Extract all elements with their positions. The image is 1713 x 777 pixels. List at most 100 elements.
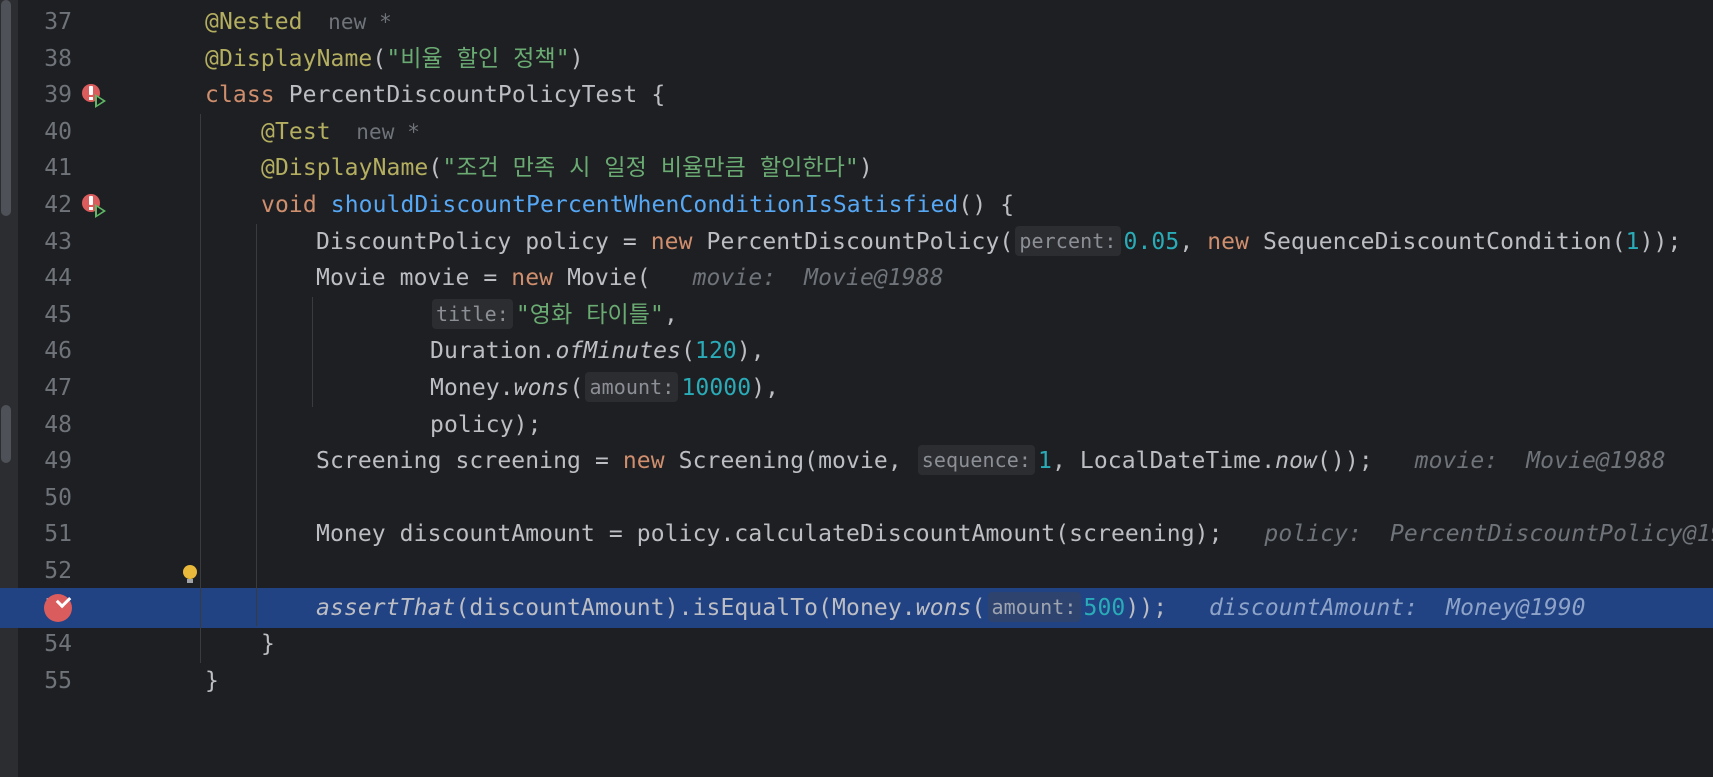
code-token: (: [569, 375, 584, 401]
line-number[interactable]: 54: [18, 624, 72, 664]
code-token: 120: [695, 338, 737, 365]
code-text[interactable]: }: [205, 661, 219, 701]
code-token: 0.05: [1123, 228, 1180, 255]
code-token: Screening(movie,: [678, 448, 916, 475]
exclamation-glyph: [89, 196, 93, 205]
code-token: assertThat: [316, 594, 456, 621]
code-token: }: [205, 667, 219, 694]
run-test-icon[interactable]: [95, 94, 106, 109]
line-number[interactable]: 44: [18, 258, 72, 298]
breakpoint-hit-icon[interactable]: [44, 592, 72, 622]
run-test-icon[interactable]: [95, 204, 106, 218]
exclamation-dot-glyph: [89, 207, 93, 210]
code-token: ));: [1125, 594, 1168, 621]
code-token: (: [971, 594, 986, 621]
usage-hint[interactable]: new *: [303, 10, 392, 34]
code-text[interactable]: policy);: [430, 405, 542, 445]
code-text[interactable]: class PercentDiscountPolicyTest {: [205, 75, 665, 115]
indent-guide: [256, 223, 257, 627]
line-number[interactable]: 41: [18, 148, 72, 188]
parameter-hint: title:: [432, 298, 513, 329]
code-text[interactable]: Money discountAmount = policy.calculateD…: [316, 514, 1713, 554]
code-token: (: [428, 155, 443, 182]
code-line[interactable]: 55}: [0, 661, 1713, 701]
code-text[interactable]: assertThat(discountAmount).isEqualTo(Mon…: [316, 588, 1586, 628]
code-token: ): [858, 155, 873, 182]
code-text[interactable]: }: [261, 624, 275, 664]
code-token: new: [1207, 228, 1264, 255]
code-text[interactable]: Screening screening = new Screening(movi…: [316, 441, 1666, 481]
parameter-hint: percent:: [1015, 225, 1121, 256]
line-number[interactable]: 39: [18, 75, 72, 115]
code-line[interactable]: 38 @DisplayName("비율 할인 정책"): [0, 39, 1713, 79]
line-number[interactable]: 37: [18, 2, 72, 42]
code-token: "영화 타이틀": [515, 301, 665, 328]
code-text[interactable]: Money.wons(amount: 10000),: [430, 368, 779, 408]
line-number[interactable]: 52: [18, 551, 72, 591]
parameter-hint: amount:: [585, 372, 679, 402]
code-token: 500: [1083, 594, 1126, 621]
code-line[interactable]: 42 void shouldDiscountPercentWhenConditio…: [0, 185, 1713, 225]
code-token: ());: [1316, 448, 1373, 475]
code-token: void: [261, 192, 331, 218]
code-token: Money.: [430, 375, 514, 401]
inline-debug-value: movie: Movie@1988: [1372, 448, 1666, 475]
inline-debug-value: discountAmount: Money@1990: [1167, 594, 1586, 621]
code-token: new: [511, 265, 568, 292]
lightbulb-icon[interactable]: [183, 565, 197, 583]
line-number[interactable]: 38: [18, 39, 72, 79]
code-token: class: [205, 82, 289, 109]
code-token: Movie(: [567, 265, 651, 292]
inline-debug-value: policy: PercentDiscountPolicy@19: [1222, 521, 1713, 548]
code-text[interactable]: @Test new *: [261, 112, 420, 152]
line-number[interactable]: 48: [18, 405, 72, 445]
code-token: ): [569, 45, 584, 72]
code-line[interactable]: 54}: [0, 624, 1713, 664]
code-text[interactable]: DiscountPolicy policy = new PercentDisco…: [316, 222, 1681, 262]
code-editor[interactable]: 37 @Nested new * 38 @DisplayName("비율 할인 정책"…: [0, 0, 1713, 777]
code-token: SequenceDiscountCondition(: [1263, 228, 1626, 255]
code-text[interactable]: @DisplayName("비율 할인 정책"): [205, 39, 584, 79]
code-line[interactable]: 40 @Test new *: [0, 112, 1713, 152]
line-number[interactable]: 42: [18, 185, 72, 225]
code-token: "조건 만족 시 일정 비율만큼 할인한다": [442, 155, 859, 182]
code-text[interactable]: Duration.ofMinutes(120),: [430, 331, 765, 371]
line-number[interactable]: 47: [18, 368, 72, 408]
code-token: ));: [1639, 228, 1682, 255]
line-number[interactable]: 50: [18, 478, 72, 518]
code-token: Movie movie =: [316, 265, 512, 292]
usage-hint[interactable]: new *: [331, 120, 420, 144]
inline-debug-value: movie: Movie@1988: [650, 265, 944, 292]
code-token: ),: [751, 375, 780, 401]
code-token: () {: [958, 192, 1015, 218]
code-token: Duration.: [430, 338, 556, 365]
line-number[interactable]: 45: [18, 295, 72, 335]
line-number[interactable]: 51: [18, 514, 72, 554]
code-line[interactable]: 41 @DisplayName("조건 만족 시 일정 비율만큼 할인한다"): [0, 148, 1713, 188]
code-text[interactable]: void shouldDiscountPercentWhenConditionI…: [261, 185, 1014, 225]
code-token: Money discountAmount = policy.calculateD…: [316, 521, 1223, 548]
code-token: @DisplayName: [205, 45, 373, 72]
code-text[interactable]: @Nested new *: [205, 2, 392, 42]
line-number[interactable]: 49: [18, 441, 72, 481]
code-line[interactable]: 39 class PercentDiscountPolicyTest {: [0, 75, 1713, 115]
code-token: new: [622, 448, 679, 475]
code-token: @Test: [261, 118, 331, 145]
code-text[interactable]: title: "영화 타이틀",: [430, 295, 678, 335]
line-number[interactable]: 55: [18, 661, 72, 701]
line-number[interactable]: 43: [18, 222, 72, 262]
code-line[interactable]: 37 @Nested new *: [0, 2, 1713, 42]
lightbulb-base-glyph: [187, 579, 193, 583]
code-text[interactable]: @DisplayName("조건 만족 시 일정 비율만큼 할인한다"): [261, 148, 873, 188]
code-token: PercentDiscountPolicyTest {: [288, 82, 666, 109]
code-token: new: [650, 228, 707, 255]
code-token: shouldDiscountPercentWhenConditionIsSati…: [330, 192, 959, 218]
code-token: }: [261, 631, 275, 658]
code-token: (discountAmount).isEqualTo(Money.: [455, 594, 916, 621]
line-number[interactable]: 40: [18, 112, 72, 152]
code-token: wons: [513, 375, 570, 401]
line-number[interactable]: 46: [18, 331, 72, 371]
code-token: @DisplayName: [261, 155, 429, 182]
code-text[interactable]: Movie movie = new Movie( movie: Movie@19…: [316, 258, 944, 298]
code-token: ),: [736, 338, 765, 365]
